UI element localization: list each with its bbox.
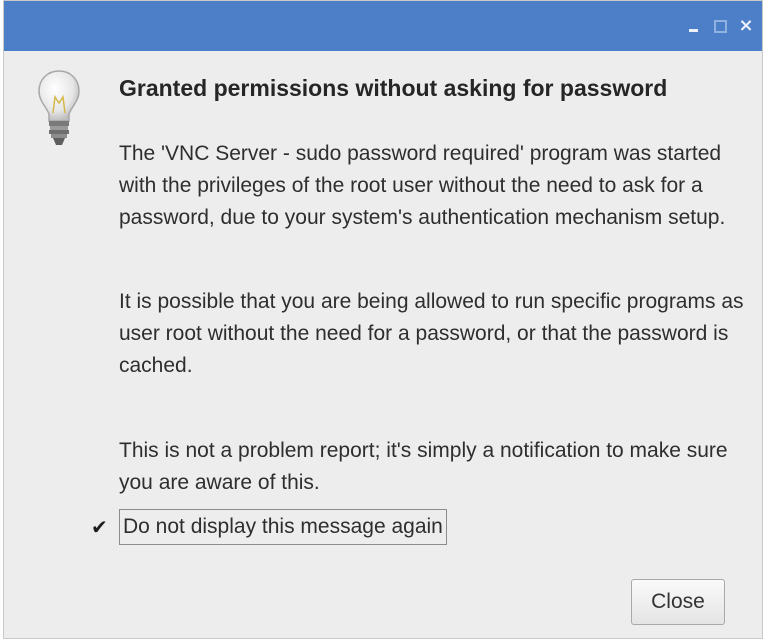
message-paragraph-1: The 'VNC Server - sudo password required… bbox=[119, 142, 726, 229]
dont-show-again-label[interactable]: Do not display this message again bbox=[119, 509, 447, 545]
window-controls: × bbox=[684, 15, 756, 37]
close-button[interactable]: Close bbox=[631, 579, 725, 625]
message-paragraph-3: This is not a problem report; it's simpl… bbox=[119, 439, 728, 494]
message-paragraph-2: It is possible that you are being allowe… bbox=[119, 290, 744, 377]
dont-show-again-row[interactable]: ✔ Do not display this message again bbox=[91, 509, 447, 545]
dialog-window: × Granted permissions without asking for… bbox=[3, 0, 763, 639]
title-bar[interactable]: × bbox=[4, 1, 762, 51]
dont-show-again-checkbox[interactable]: ✔ bbox=[91, 514, 113, 540]
minimize-icon[interactable] bbox=[684, 16, 704, 36]
close-window-icon[interactable]: × bbox=[736, 16, 756, 36]
maximize-icon[interactable] bbox=[710, 16, 730, 36]
lightbulb-icon bbox=[38, 70, 80, 145]
dialog-heading: Granted permissions without asking for p… bbox=[119, 75, 668, 101]
